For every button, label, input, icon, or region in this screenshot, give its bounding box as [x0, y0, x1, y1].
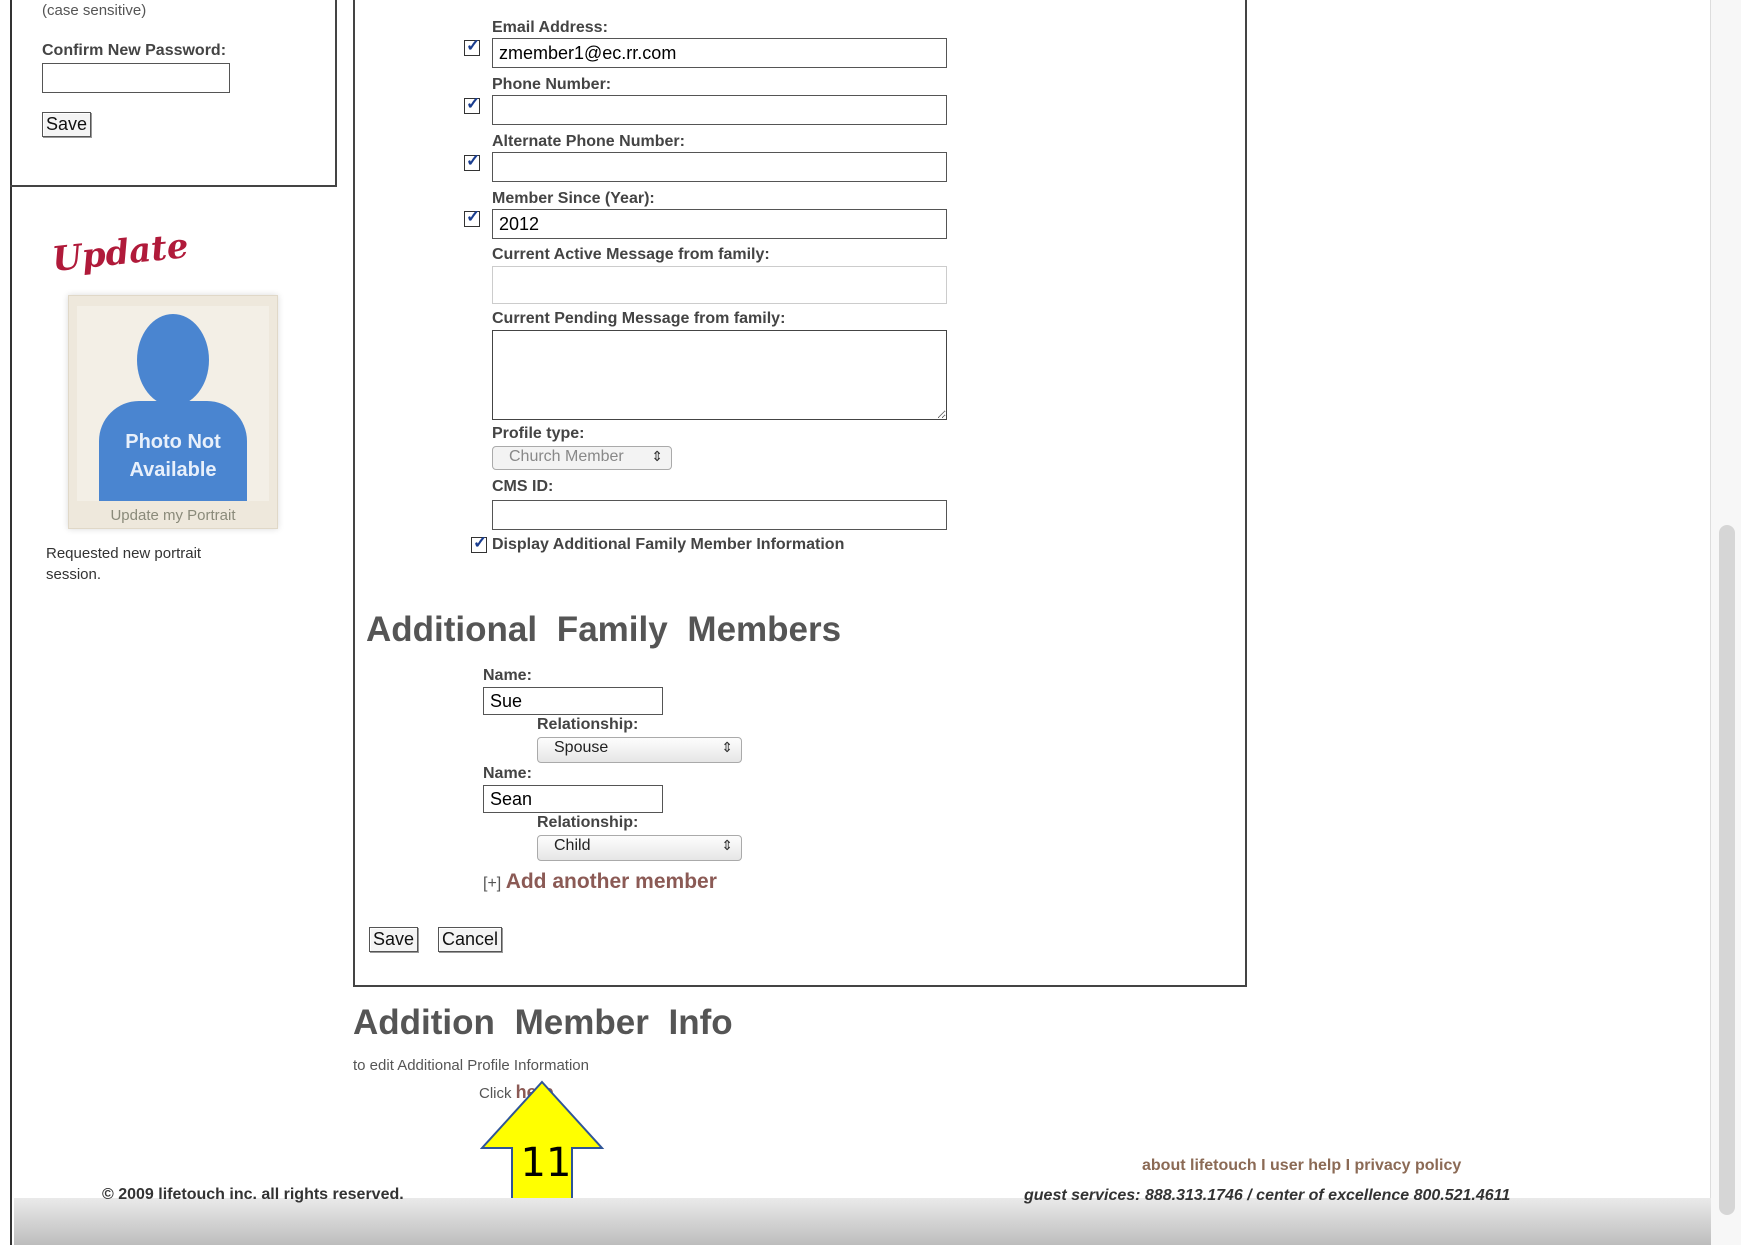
phone-label: Phone Number: [492, 76, 612, 93]
footer-separator: I [1345, 1157, 1351, 1174]
photo-not-available-text: Photo Not [125, 431, 221, 453]
member-relationship-select[interactable]: Child ⇕ [537, 835, 742, 861]
scrollbar-thumb[interactable] [1719, 525, 1735, 1215]
placeholder-portrait: Photo Not Available [77, 306, 269, 501]
cms-id-label: CMS ID: [492, 478, 554, 495]
profile-type-value: Church Member [509, 448, 624, 465]
member-relationship-value: Spouse [554, 739, 609, 756]
email-label: Email Address: [492, 19, 608, 36]
member-since-label: Member Since (Year): [492, 190, 655, 207]
member-relationship-label: Relationship: [537, 814, 639, 831]
family-cancel-button[interactable]: Cancel [438, 927, 503, 952]
portrait-card[interactable]: Photo Not Available Update my Portrait [68, 295, 278, 529]
profile-type-label: Profile type: [492, 425, 585, 442]
requested-portrait-note: Requested new portrait [46, 545, 202, 562]
footer-separator: I [1261, 1157, 1266, 1174]
select-arrows-icon: ⇕ [721, 739, 733, 755]
email-visible-checkbox[interactable] [464, 36, 480, 56]
alt-phone-input[interactable] [492, 152, 947, 182]
phone-input[interactable] [492, 95, 947, 125]
annotation-number: 11 [520, 1140, 572, 1186]
alt-phone-label: Alternate Phone Number: [492, 133, 685, 150]
profile-form-panel [353, 0, 1247, 987]
profile-type-select: Church Member ⇕ [492, 446, 672, 470]
phone-visible-checkbox[interactable] [464, 94, 480, 114]
email-input[interactable] [492, 38, 947, 68]
member-name-input[interactable] [483, 687, 663, 715]
copyright-text: © 2009 lifetouch inc. all rights reserve… [102, 1186, 404, 1203]
update-heading: Update [50, 225, 191, 281]
pending-message-textarea[interactable] [492, 330, 947, 420]
add-member-control[interactable]: [+] Add another member [483, 870, 717, 894]
member-relationship-label: Relationship: [537, 716, 639, 733]
about-link[interactable]: about lifetouch [1142, 1157, 1257, 1174]
family-save-button[interactable]: Save [369, 927, 419, 952]
requested-portrait-note-2: session. [46, 566, 102, 583]
add-member-prefix: [+] [483, 875, 502, 892]
password-save-button[interactable]: Save [42, 112, 92, 137]
alt-phone-visible-checkbox[interactable] [464, 151, 480, 171]
display-family-label: Display Additional Family Member Informa… [492, 536, 845, 553]
select-arrows-icon: ⇕ [651, 448, 663, 464]
confirm-password-input[interactable] [42, 63, 230, 93]
vertical-scrollbar[interactable] [1710, 0, 1741, 1245]
confirm-password-label: Confirm New Password: [42, 42, 227, 59]
add-member-link[interactable]: Add another member [506, 870, 717, 893]
password-panel [10, 0, 337, 187]
active-message-field [492, 266, 947, 304]
member-name-label: Name: [483, 765, 532, 782]
display-family-checkbox[interactable] [471, 533, 487, 553]
update-portrait-link[interactable]: Update my Portrait [69, 507, 277, 524]
user-help-link[interactable]: user help [1270, 1157, 1341, 1174]
member-name-label: Name: [483, 667, 532, 684]
pending-message-label: Current Pending Message from family: [492, 310, 786, 327]
member-since-visible-checkbox[interactable] [464, 207, 480, 227]
case-sensitive-note: (case sensitive) [42, 2, 147, 19]
family-members-heading: Additional Family Members [366, 610, 842, 649]
member-relationship-value: Child [554, 837, 591, 854]
active-message-label: Current Active Message from family: [492, 246, 770, 263]
addition-info-heading: Addition Member Info [353, 1003, 733, 1042]
cms-id-input[interactable] [492, 500, 947, 530]
photo-available-text: Available [129, 459, 217, 481]
select-arrows-icon: ⇕ [721, 837, 733, 853]
silhouette-head [137, 314, 209, 406]
member-name-input[interactable] [483, 785, 663, 813]
footer-links: about lifetouch I user help I privacy po… [1142, 1157, 1461, 1175]
privacy-policy-link[interactable]: privacy policy [1355, 1157, 1462, 1174]
bottom-bar [14, 1198, 1711, 1245]
guest-services-text: guest services: 888.313.1746 / center of… [1024, 1187, 1511, 1204]
member-since-input[interactable] [492, 209, 947, 239]
member-relationship-select[interactable]: Spouse ⇕ [537, 737, 742, 763]
addition-info-text: to edit Additional Profile Information [353, 1057, 589, 1074]
